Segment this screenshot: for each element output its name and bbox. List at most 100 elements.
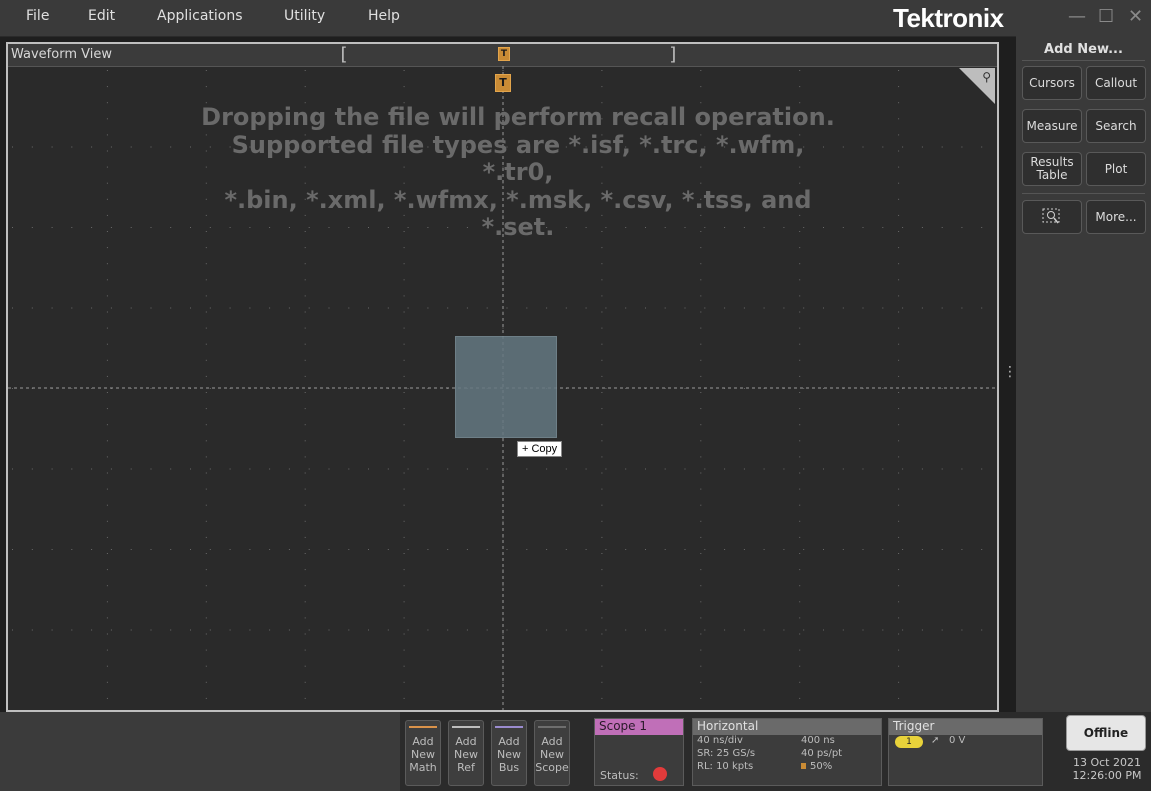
button-label: New: [454, 748, 478, 761]
graticule-dot: [898, 343, 900, 345]
graticule-dot: [150, 388, 152, 389]
drop-recall-message: Dropping the file will perform recall op…: [198, 103, 838, 242]
graticule-dot: [898, 70, 900, 71]
add-new-math-button[interactable]: Add New Math: [405, 720, 441, 786]
graticule-dot: [700, 456, 702, 458]
graticule-dot: [71, 468, 73, 470]
settings-bar: Add New Math Add New Ref Add New Bus Add…: [0, 712, 1151, 791]
drop-message-line: Supported file types are *.isf, *.trc, *…: [231, 130, 805, 187]
bus-color-bar: [495, 726, 523, 728]
scope-badge[interactable]: Scope 1 Status:: [594, 718, 684, 786]
graticule-dot: [368, 307, 369, 309]
graticule-dot: [526, 307, 528, 309]
graticule-dot: [803, 468, 805, 470]
graticule-dot: [91, 307, 93, 309]
graticule-dot: [91, 468, 93, 470]
menu-edit[interactable]: Edit: [88, 8, 115, 24]
add-new-bus-button[interactable]: Add New Bus: [491, 720, 527, 786]
graticule-dot: [205, 456, 207, 458]
graticule-dot: [110, 227, 112, 228]
graticule-dot: [348, 629, 350, 631]
record-view-left-bracket[interactable]: [: [338, 44, 349, 65]
graticule-dot: [403, 392, 405, 393]
trigger-position-marker[interactable]: T: [495, 74, 511, 92]
graticule-dot: [803, 388, 805, 389]
graticule-dot: [585, 468, 587, 470]
graticule-dot: [304, 569, 306, 571]
close-icon[interactable]: ✕: [1128, 6, 1143, 27]
trigger-badge[interactable]: Trigger 1 ➚ 0 V: [888, 718, 1043, 786]
graticule-dot: [106, 665, 108, 667]
graticule-dot: [898, 279, 900, 281]
graticule-dot: [130, 549, 132, 550]
panel-resize-handle-icon[interactable]: ⋮: [1003, 364, 1017, 380]
plot-button[interactable]: Plot: [1086, 152, 1146, 186]
graticule-dot: [799, 295, 801, 297]
minimize-icon[interactable]: —: [1068, 6, 1086, 27]
results-table-button[interactable]: Results Table: [1022, 152, 1082, 186]
graticule-dot: [205, 311, 207, 313]
menu-utility[interactable]: Utility: [284, 8, 325, 24]
graticule-dot: [763, 468, 765, 470]
menu-applications[interactable]: Applications: [157, 8, 243, 24]
waveform-view[interactable]: Waveform View [ ] T T Dropping the file …: [6, 42, 999, 712]
graticule-dot: [605, 468, 607, 470]
graticule-dot: [783, 549, 785, 550]
offline-button[interactable]: Offline: [1066, 715, 1146, 751]
zoom-button[interactable]: [1022, 200, 1082, 234]
graticule-dot: [348, 468, 350, 470]
graticule-dot: [799, 440, 801, 442]
graticule-dot: [106, 295, 108, 297]
graticule-dot: [799, 343, 801, 345]
graticule-dot: [700, 520, 702, 522]
horizontal-badge[interactable]: Horizontal 40 ns/div SR: 25 GS/s RL: 10 …: [692, 718, 882, 786]
graticule-dot: [502, 681, 504, 683]
graticule-dot: [502, 70, 504, 71]
graticule-dot: [205, 665, 207, 667]
graticule-dot: [645, 549, 646, 550]
record-view-right-bracket[interactable]: ]: [668, 44, 679, 65]
graticule-dot: [625, 307, 627, 309]
graticule-dot: [601, 295, 603, 297]
add-new-scope-button[interactable]: Add New Scope: [534, 720, 570, 786]
graticule-dot: [205, 392, 207, 393]
graticule-dot: [304, 263, 306, 265]
graticule-dot: [799, 375, 801, 377]
graticule-dot: [170, 629, 172, 631]
graticule-dot: [190, 549, 191, 550]
graticule-dot: [106, 520, 108, 522]
more-button[interactable]: More...: [1086, 200, 1146, 234]
graticule-dot: [304, 392, 306, 393]
graticule-dot: [249, 307, 251, 309]
menu-file[interactable]: File: [26, 8, 49, 24]
callout-button[interactable]: Callout: [1086, 66, 1146, 100]
graticule-dot: [205, 504, 207, 506]
graticule-dot: [842, 146, 844, 148]
graticule-dot: [106, 343, 108, 345]
search-button[interactable]: Search: [1086, 109, 1146, 143]
graticule-dot: [106, 359, 108, 361]
measure-button[interactable]: Measure: [1022, 109, 1082, 143]
graticule-dot: [447, 629, 449, 631]
cursors-button[interactable]: Cursors: [1022, 66, 1082, 100]
graticule-dot: [403, 504, 405, 506]
graticule-dot: [601, 375, 603, 377]
graticule-dot: [898, 633, 900, 635]
graticule-dot: [407, 307, 409, 309]
graticule-dot: [71, 629, 73, 631]
graticule-dot: [799, 601, 801, 603]
graticule-dot: [700, 681, 702, 683]
graticule-dot: [130, 146, 132, 148]
graticule-dot: [704, 549, 706, 550]
graticule-dot: [700, 649, 702, 651]
menu-help[interactable]: Help: [368, 8, 400, 24]
settings-bar-empty-area: [0, 712, 400, 791]
add-new-ref-button[interactable]: Add New Ref: [448, 720, 484, 786]
trigger-position-top-marker[interactable]: T: [498, 47, 510, 61]
graticule-dot: [403, 472, 405, 474]
graticule-dot: [288, 468, 290, 470]
graticule-dot: [304, 327, 306, 329]
graticule-dot: [898, 375, 900, 377]
maximize-icon[interactable]: ☐: [1098, 6, 1114, 27]
graticule-dot: [704, 468, 706, 470]
